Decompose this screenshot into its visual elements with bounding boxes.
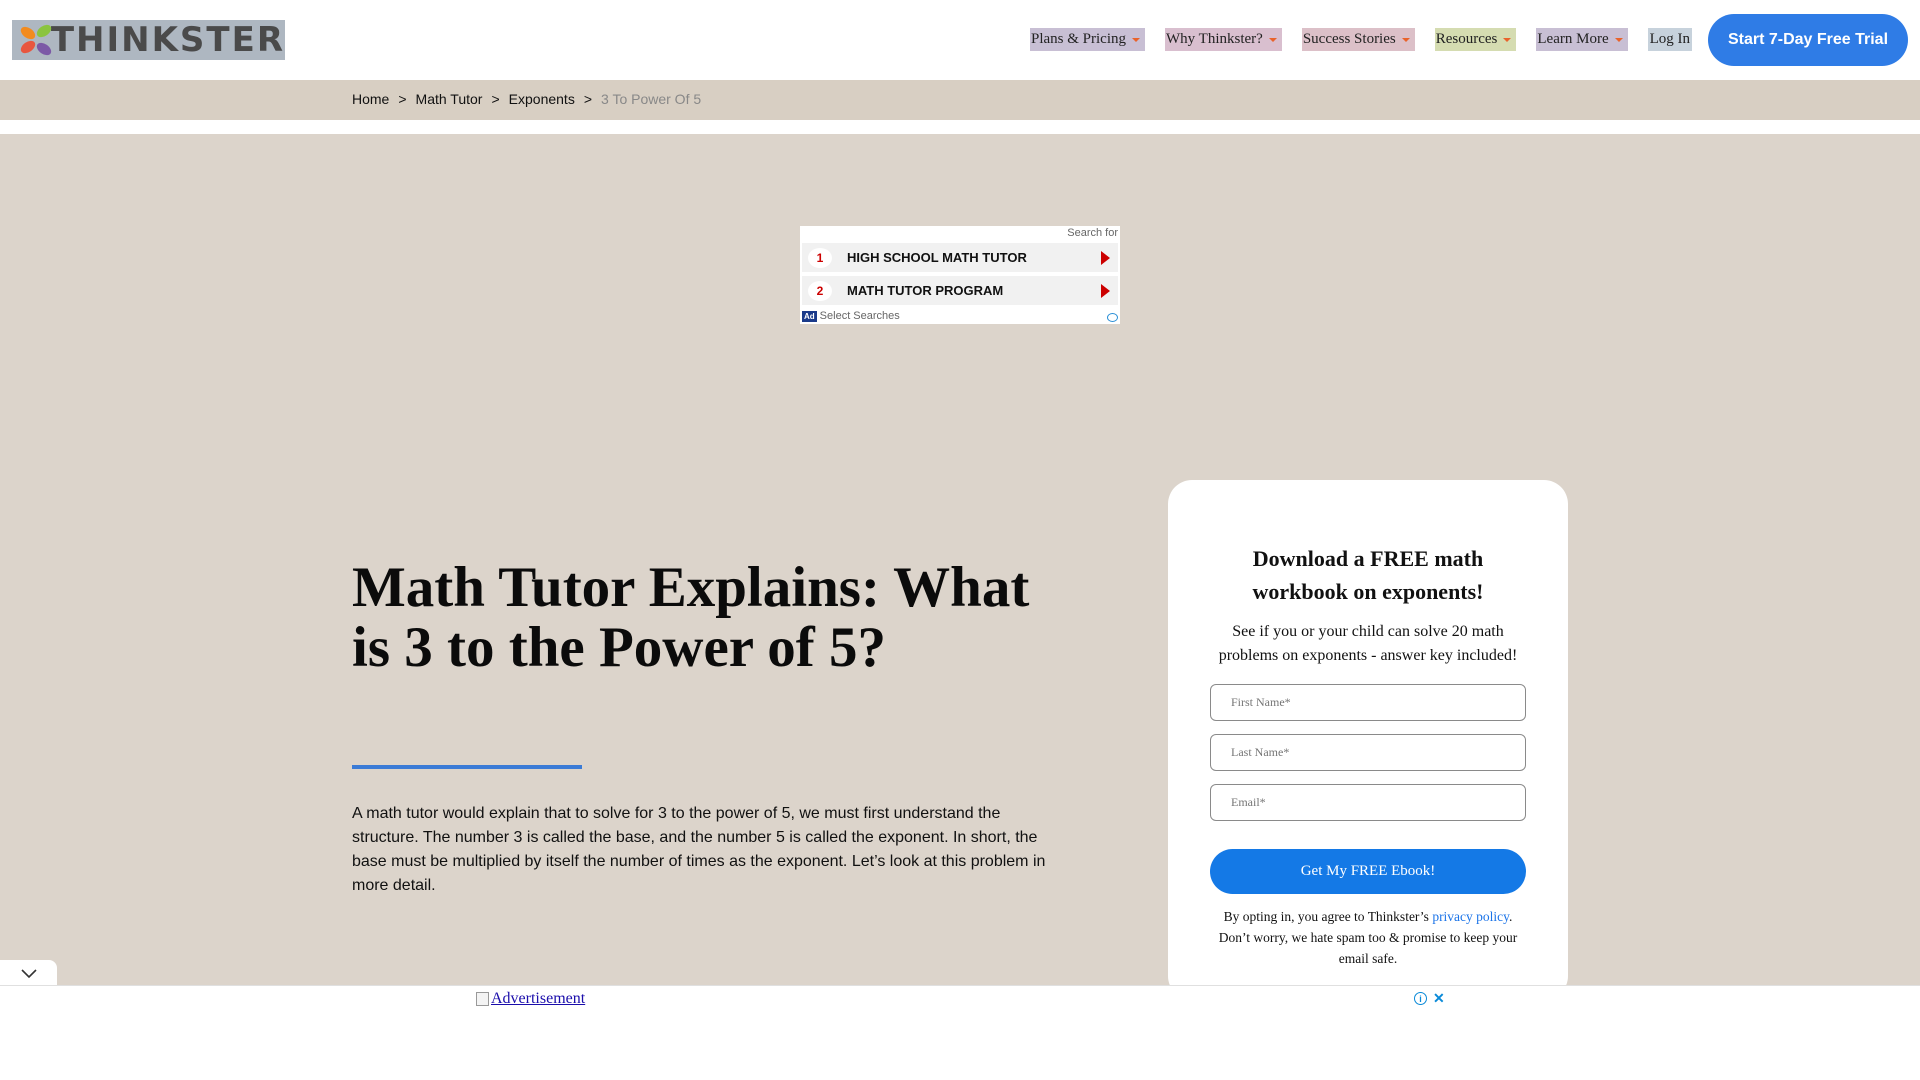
last-name-field[interactable] [1210, 734, 1526, 771]
main-nav: Plans & Pricing Why Thinkster? Success S… [1030, 28, 1712, 51]
search-ad-footer: Ad Select Searches [802, 310, 900, 322]
nav-learn-more[interactable]: Learn More [1536, 28, 1628, 51]
breadcrumb-current: 3 To Power Of 5 [601, 91, 702, 107]
info-icon[interactable]: i [1414, 992, 1427, 1005]
ad-choices-icon[interactable] [1107, 313, 1118, 322]
ad-badge: Ad [802, 310, 817, 322]
form-subtitle: See if you or your child can solve 20 ma… [1218, 623, 1518, 664]
search-ad-number: 2 [808, 280, 832, 301]
play-arrow-icon [1101, 284, 1110, 298]
search-ad-box: Search for 1 HIGH SCHOOL MATH TUTOR 2 MA… [800, 226, 1120, 324]
nav-label: Resources [1435, 31, 1498, 47]
first-name-field[interactable] [1210, 684, 1526, 721]
page-title: Math Tutor Explains: What is 3 to the Po… [352, 556, 1030, 679]
bottom-ad-banner: Advertisement i ✕ [0, 985, 1920, 1080]
search-ad-header: Search for [1067, 227, 1118, 239]
login-link[interactable]: Log In [1647, 28, 1693, 51]
caret-down-icon [1268, 37, 1277, 42]
breadcrumb-home[interactable]: Home [352, 91, 389, 107]
search-ad-label: MATH TUTOR PROGRAM [847, 283, 1004, 298]
search-ad-number: 1 [808, 247, 832, 268]
close-icon[interactable]: ✕ [1433, 990, 1445, 1007]
search-ad-item[interactable]: 2 MATH TUTOR PROGRAM [802, 276, 1118, 305]
nav-why-thinkster[interactable]: Why Thinkster? [1165, 28, 1282, 51]
breadcrumb-separator: > [398, 91, 407, 107]
chevron-down-icon [20, 969, 37, 979]
advertisement-link[interactable]: Advertisement [476, 990, 585, 1008]
logo-text: THINKSTER [50, 20, 285, 60]
nav-label: Plans & Pricing [1031, 31, 1127, 47]
nav-label: Learn More [1537, 31, 1609, 47]
privacy-policy-link[interactable]: privacy policy [1432, 909, 1509, 924]
breadcrumb-bar: Home > Math Tutor > Exponents > 3 To Pow… [0, 80, 1920, 120]
nav-resources[interactable]: Resources [1434, 28, 1517, 51]
ad-controls: i ✕ [1414, 990, 1445, 1007]
broken-image-icon [476, 992, 489, 1006]
get-ebook-button[interactable]: Get My FREE Ebook! [1210, 849, 1526, 894]
nav-label: Success Stories [1302, 31, 1396, 47]
title-underline [352, 765, 582, 769]
advertisement-alt-text: Advertisement [491, 990, 586, 1007]
breadcrumb-separator: > [491, 91, 500, 107]
breadcrumb-separator: > [583, 91, 593, 107]
nav-label: Why Thinkster? [1166, 31, 1263, 47]
search-ad-item[interactable]: 1 HIGH SCHOOL MATH TUTOR [802, 243, 1118, 272]
caret-down-icon [1503, 37, 1512, 42]
ebook-form-card: Download a FREE math workbook on exponen… [1168, 480, 1568, 1000]
site-header: THINKSTER Plans & Pricing Why Thinkster?… [0, 0, 1920, 80]
form-disclaimer: By opting in, you agree to Thinkster’s p… [1208, 906, 1528, 969]
start-free-trial-button[interactable]: Start 7-Day Free Trial [1708, 14, 1908, 66]
play-arrow-icon [1101, 251, 1110, 265]
intro-paragraph: A math tutor would explain that to solve… [352, 805, 1046, 894]
breadcrumb-math-tutor[interactable]: Math Tutor [416, 91, 483, 107]
breadcrumb: Home > Math Tutor > Exponents > 3 To Pow… [352, 91, 701, 107]
collapse-ad-button[interactable] [0, 960, 57, 988]
select-searches-label: Select Searches [819, 310, 900, 322]
caret-down-icon [1614, 37, 1623, 42]
flower-logo-icon [16, 20, 54, 60]
disclaimer-text: By opting in, you agree to Thinkster’s [1223, 909, 1433, 924]
nav-success-stories[interactable]: Success Stories [1301, 28, 1415, 51]
breadcrumb-exponents[interactable]: Exponents [509, 91, 575, 107]
thinkster-logo[interactable]: THINKSTER [12, 20, 285, 60]
search-ad-label: HIGH SCHOOL MATH TUTOR [847, 250, 1027, 265]
email-field[interactable] [1210, 784, 1526, 821]
nav-plans-pricing[interactable]: Plans & Pricing [1030, 28, 1146, 51]
caret-down-icon [1132, 37, 1141, 42]
divider [0, 120, 1920, 134]
form-title: Download a FREE math workbook on exponen… [1252, 546, 1484, 604]
caret-down-icon [1401, 37, 1410, 42]
